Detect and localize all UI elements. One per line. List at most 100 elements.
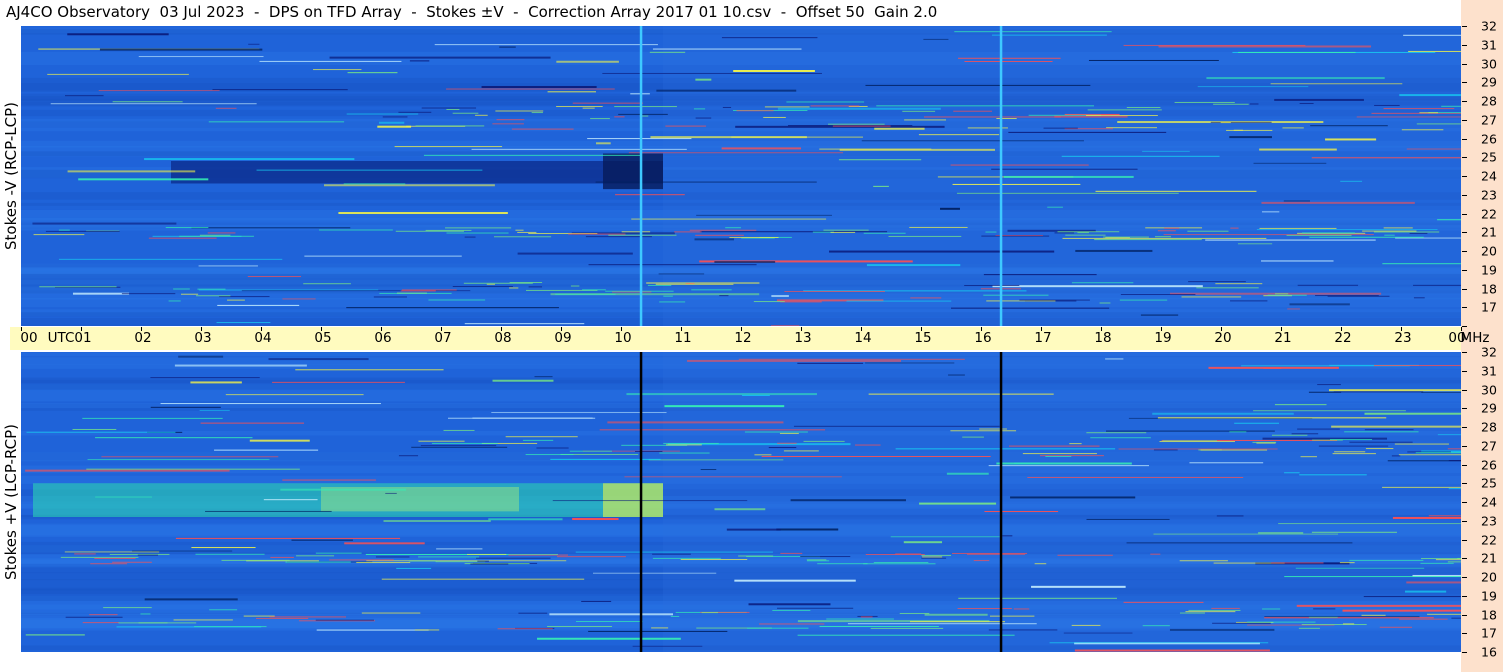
streak [1447,448,1461,450]
streak [60,556,139,558]
streak [607,421,784,424]
streak [888,235,962,237]
streak [197,288,226,290]
streak [1297,428,1340,430]
streak [1421,391,1461,393]
streak [964,60,1053,62]
streak [247,276,301,278]
streak [783,450,819,452]
streak [608,234,677,236]
streak [74,553,96,555]
streak [1057,231,1120,233]
streak [721,147,801,150]
streak [50,103,257,105]
streak [1384,234,1395,236]
streak [217,304,300,306]
streak [868,393,1054,395]
streak [1142,150,1190,152]
streak [614,106,677,108]
streak [729,237,779,239]
streak [347,72,398,74]
streak [714,508,766,511]
streak [398,455,419,457]
streak [777,442,797,444]
streak [819,148,932,150]
streak [989,615,1035,617]
streak [1406,148,1461,150]
streak [280,488,406,491]
streak [1264,616,1420,618]
streak [99,48,263,51]
streak [1404,590,1447,593]
streak [112,561,152,563]
streak [784,291,885,293]
y-tick-label: 19 [1481,262,1497,278]
streak [1119,299,1168,301]
streak [655,283,734,285]
y-tick [1462,595,1467,597]
streak [272,381,405,383]
streak [556,106,603,108]
dark-core [603,153,663,190]
streak [1185,611,1236,613]
streak [1154,236,1171,238]
x-tick-label: 12 [734,330,752,346]
top-heatmap-svg [21,26,1461,326]
streak [658,273,705,275]
streak [988,465,1150,467]
x-tick-label: 10 [614,330,632,346]
streak [1152,412,1294,415]
streak [748,603,831,606]
streak [221,559,290,561]
streak [817,563,868,565]
streak [1383,227,1413,229]
streak [1413,284,1461,286]
streak [803,440,845,442]
streak [118,622,197,624]
streak [1126,107,1161,109]
streak [1295,567,1425,569]
streak [761,456,991,458]
streak [132,550,233,552]
streak [249,439,310,442]
streak [1421,558,1461,560]
streak [165,227,209,229]
y-tick-label: 31 [1481,37,1497,53]
x-tick-label: 03 [194,330,212,346]
y-tick-label: 17 [1481,625,1497,641]
streak [194,626,267,628]
streak [652,48,802,50]
streak [1274,293,1289,295]
streak [797,362,864,364]
streak [144,158,355,161]
streak [776,528,839,531]
streak [381,578,585,580]
streak [1189,462,1264,464]
x-tick-label: 21 [1274,330,1292,346]
streak [734,579,856,582]
streak [1282,127,1304,129]
streak [1249,103,1259,105]
y-tick [1462,269,1467,271]
streak [918,134,1000,136]
streak [72,428,117,430]
streak [378,121,405,124]
streak [1299,474,1367,476]
streak [212,89,348,91]
streak [1329,389,1461,392]
streak [418,440,465,442]
streak [649,51,686,53]
y-tick [1462,427,1467,428]
streak [547,91,597,93]
y-tick [1462,520,1467,522]
streak [614,116,625,118]
x-tick-label: 11 [674,330,692,346]
streak [1008,131,1167,133]
y-tick-label: 20 [1481,243,1497,259]
streak [876,105,1094,107]
streak [215,107,237,109]
streak [205,510,332,512]
streak [263,499,318,501]
streak [394,146,503,148]
streak [121,293,176,295]
